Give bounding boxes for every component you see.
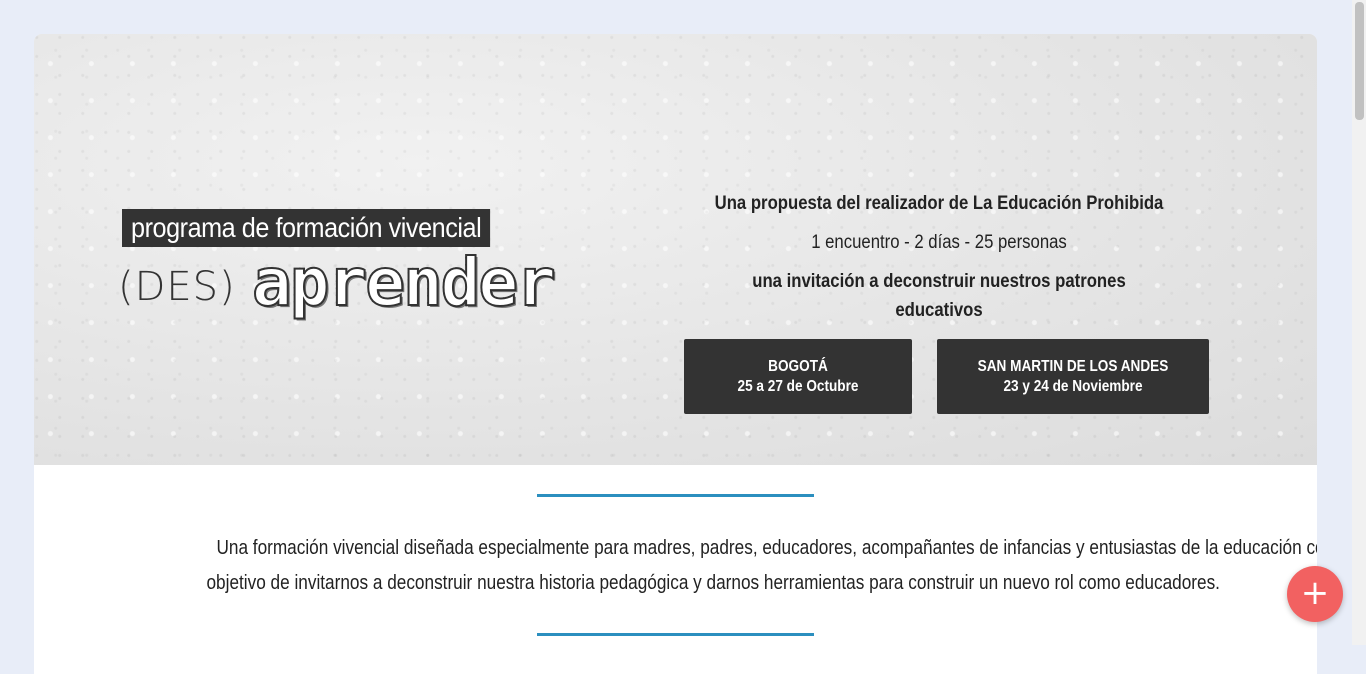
section-divider-bottom [537,633,814,636]
bogota-button[interactable]: BOGOTÁ 25 a 27 de Octubre [684,339,912,414]
section-divider-top [537,494,814,497]
logo-word: aprender [251,243,557,322]
description-line-2: objetivo de invitarnos a deconstruir nue… [206,572,1220,594]
intro-line-3: una invitación a deconstruir nuestros pa… [752,271,1126,321]
plus-icon: + [1300,573,1330,613]
san-martin-city: SAN MARTIN DE LOS ANDES [977,357,1169,375]
logo-prefix: (DES) [118,264,236,310]
intro-line-2: 1 encuentro - 2 días - 25 personas [811,232,1067,253]
program-description: Una formación vivencial diseñada especia… [124,531,1317,601]
add-floating-button[interactable]: + [1287,566,1343,622]
intro-line-1: Una propuesta del realizador de La Educa… [714,193,1164,214]
hero-intro: Una propuesta del realizador de La Educa… [684,189,1194,321]
san-martin-dates: 23 y 24 de Noviembre [1003,377,1143,395]
bogota-city: BOGOTÁ [768,357,828,375]
san-martin-button[interactable]: SAN MARTIN DE LOS ANDES 23 y 24 de Novie… [937,339,1209,414]
scrollbar-thumb[interactable] [1355,2,1364,120]
page-scrollbar[interactable] [1352,0,1366,645]
program-tagline: programa de formación vivencial [122,209,491,247]
description-line-1: Una formación vivencial diseñada especia… [216,537,1317,559]
bogota-dates: 25 a 27 de Octubre [737,377,859,395]
content-card: programa de formación vivencial (DES) ap… [34,34,1317,674]
